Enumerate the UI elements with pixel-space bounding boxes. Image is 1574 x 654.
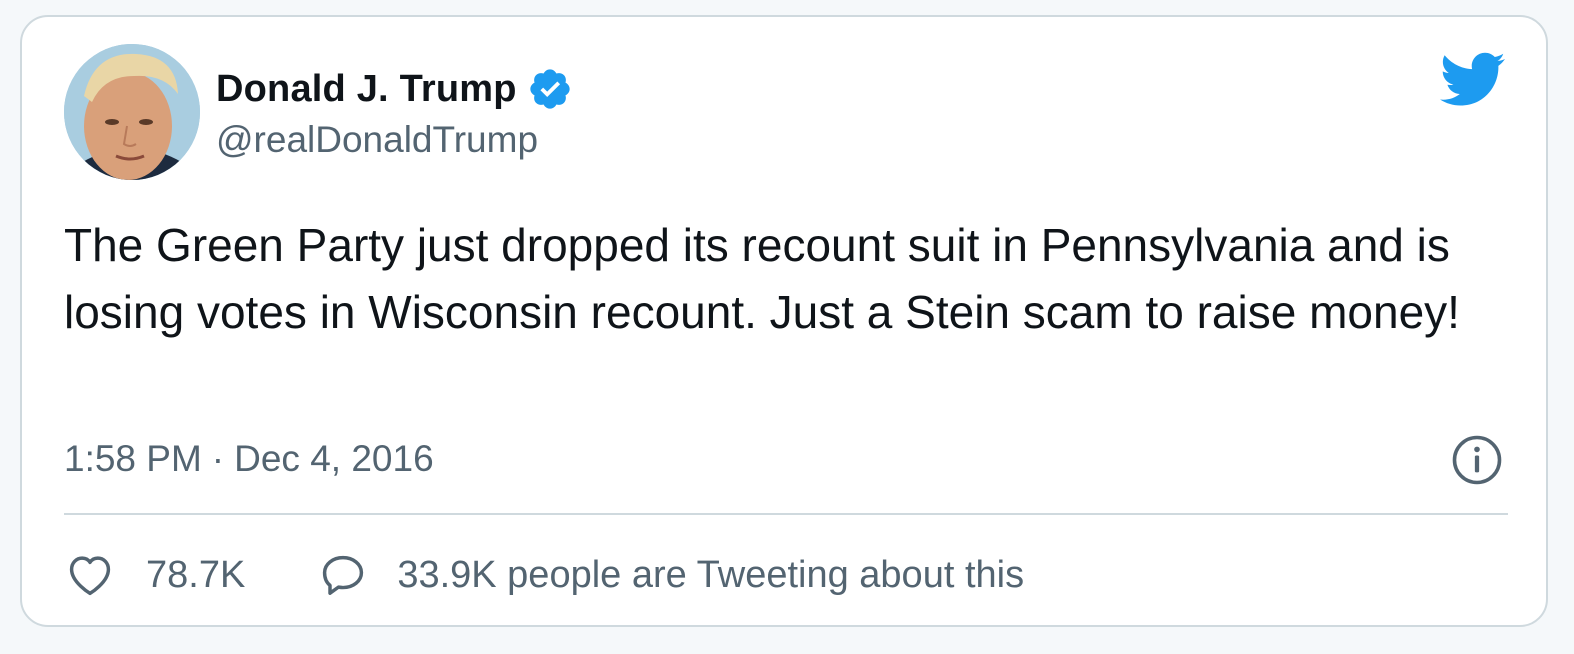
display-name[interactable]: Donald J. Trump (216, 68, 517, 111)
tweet-actions: 78.7K 33.9K people are Tweeting about th… (64, 547, 1024, 603)
heart-icon (69, 556, 111, 596)
profile-photo (64, 44, 200, 180)
like-count: 78.7K (146, 553, 246, 596)
user-handle[interactable]: @realDonaldTrump (216, 119, 538, 161)
tweet-text: The Green Party just dropped its recount… (64, 219, 1460, 338)
conversation-link[interactable]: 33.9K people are Tweeting about this (317, 549, 1024, 601)
conversation-count: 33.9K people are Tweeting about this (397, 553, 1025, 596)
tweet-card[interactable]: Donald J. Trump @realDonaldTrump The Gre… (20, 15, 1548, 627)
author-name-row: Donald J. Trump (216, 65, 573, 113)
like-button[interactable]: 78.7K (64, 549, 245, 601)
divider (64, 513, 1508, 515)
tweet-date: Dec 4, 2016 (234, 438, 434, 479)
avatar[interactable] (64, 44, 200, 180)
speech-bubble-icon (323, 555, 364, 595)
tweet-time: 1:58 PM (64, 438, 202, 479)
tweet-timestamp[interactable]: 1:58 PM · Dec 4, 2016 (64, 435, 434, 483)
info-icon[interactable] (1450, 433, 1504, 487)
timestamp-separator: · (211, 438, 225, 479)
twitter-bird-icon[interactable] (1440, 52, 1506, 108)
verified-badge-icon (530, 69, 570, 109)
